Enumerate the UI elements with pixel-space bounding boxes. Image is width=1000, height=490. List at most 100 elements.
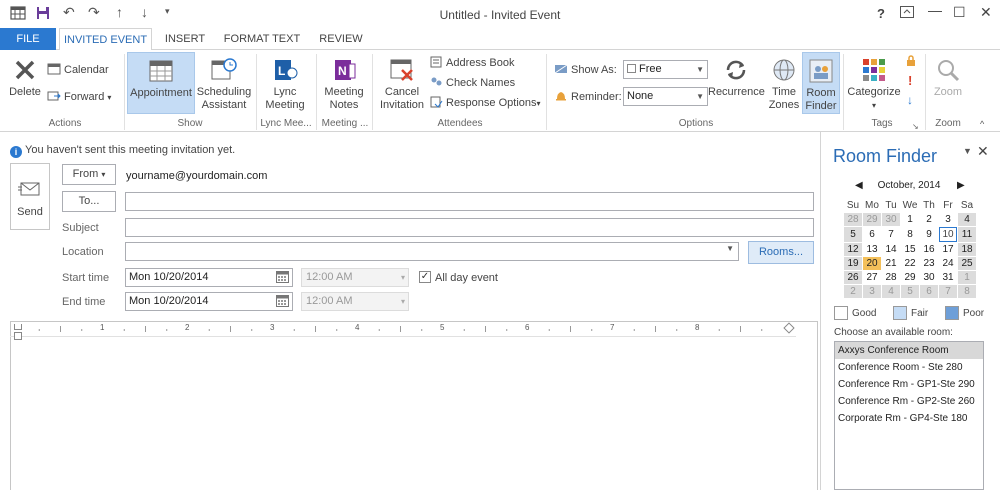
tab-review[interactable]: REVIEW [315,28,367,51]
calendar-day[interactable]: 24 [939,257,957,270]
calendar-next-icon[interactable]: ▶ [957,180,965,191]
location-dropdown-icon[interactable]: ▼ [726,244,734,253]
calendar-day[interactable]: 14 [882,243,900,256]
calendar-day[interactable]: 13 [863,243,881,256]
tab-invited-event[interactable]: INVITED EVENT [59,28,152,51]
meeting-notes-button[interactable]: N Meeting Notes [320,52,368,114]
categorize-button[interactable]: Categorize ▾ [846,52,902,114]
cancel-invitation-button[interactable]: Cancel Invitation [376,52,428,114]
save-icon[interactable] [36,6,50,23]
calendar-day[interactable]: 5 [901,285,919,298]
recurrence-button[interactable]: Recurrence [708,52,765,114]
all-day-checkbox[interactable]: ✓ [419,271,431,283]
room-finder-button[interactable]: Room Finder [802,52,840,114]
ribbon-display-options-icon[interactable] [900,5,914,21]
maximize-button[interactable]: ☐ [953,4,966,21]
delete-button[interactable]: Delete [6,52,44,114]
calendar-day[interactable]: 17 [939,243,957,256]
calendar-day[interactable]: 1 [958,271,976,284]
calendar-day[interactable]: 28 [882,271,900,284]
calendar-day[interactable]: 31 [939,271,957,284]
minimize-button[interactable]: — [928,2,942,18]
tab-format-text[interactable]: FORMAT TEXT [220,28,304,51]
calendar-day[interactable]: 28 [844,213,862,226]
calendar-day[interactable]: 4 [958,213,976,226]
calendar-day[interactable]: 12 [844,243,862,256]
list-item[interactable]: Conference Room - Ste 280 [835,359,983,376]
response-options-button[interactable]: Response Options▾ [429,94,541,112]
calendar-day[interactable]: 26 [844,271,862,284]
start-date-input[interactable]: Mon 10/20/2014 [125,268,293,287]
previous-item-icon[interactable]: ↑ [116,4,123,20]
calendar-day[interactable]: 2 [920,213,938,226]
start-date-calendar-icon[interactable] [276,271,289,289]
calendar-day[interactable]: 23 [920,257,938,270]
end-date-input[interactable]: Mon 10/20/2014 [125,292,293,311]
zoom-button[interactable]: Zoom [929,52,967,114]
calendar-day[interactable]: 30 [882,213,900,226]
calendar-day[interactable]: 16 [920,243,938,256]
lync-meeting-button[interactable]: L Lync Meeting [260,52,310,114]
check-names-button[interactable]: Check Names [429,74,515,92]
forward-dropdown-icon[interactable]: ▾ [107,93,111,102]
message-body-editor[interactable] [10,321,818,490]
help-button[interactable]: ? [877,6,885,21]
list-item[interactable]: Axxys Conference Room [835,342,983,359]
private-lock-icon[interactable] [905,55,917,70]
calendar-day[interactable]: 8 [958,285,976,298]
from-button[interactable]: From ▾ [62,164,116,185]
calendar-day[interactable]: 27 [863,271,881,284]
calendar-day[interactable]: 25 [958,257,976,270]
room-finder-close-icon[interactable]: ✕ [977,143,989,160]
end-time-input[interactable]: 12:00 AM ▾ [301,292,409,311]
scheduling-assistant-button[interactable]: Scheduling Assistant [196,52,252,114]
calendar-day[interactable]: 4 [882,285,900,298]
time-zones-button[interactable]: Time Zones [766,52,802,114]
room-finder-options-icon[interactable]: ▼ [963,146,972,156]
calendar-day[interactable]: 15 [901,243,919,256]
close-button[interactable]: ✕ [980,4,992,21]
show-as-dropdown[interactable]: Free ▼ [623,60,708,79]
calendar-day[interactable]: 30 [920,271,938,284]
calendar-day[interactable]: 18 [958,243,976,256]
forward-button[interactable]: Forward ▾ [47,88,111,106]
room-list[interactable]: Axxys Conference Room Conference Room - … [834,341,984,490]
calendar-day[interactable]: 21 [882,257,900,270]
calendar-day[interactable]: 11 [958,227,976,242]
high-importance-icon[interactable]: ! [908,73,912,88]
calendar-day[interactable]: 29 [863,213,881,226]
collapse-ribbon-icon[interactable]: ^ [980,119,984,129]
end-date-calendar-icon[interactable] [276,295,289,313]
calendar-button[interactable]: Calendar [47,61,109,79]
rooms-button[interactable]: Rooms... [748,241,814,264]
send-button[interactable]: Send [10,163,50,230]
left-indent-marker[interactable] [14,332,22,340]
calendar-day[interactable]: 22 [901,257,919,270]
calendar-day[interactable]: 3 [863,285,881,298]
calendar-day[interactable]: 6 [920,285,938,298]
start-time-input[interactable]: 12:00 AM ▾ [301,268,409,287]
appointment-button[interactable]: Appointment [127,52,195,114]
list-item[interactable]: Corporate Rm - GP4-Ste 180 [835,410,983,427]
outlook-calendar-icon[interactable] [10,5,26,24]
next-item-icon[interactable]: ↓ [141,4,148,20]
address-book-button[interactable]: Address Book [429,54,514,72]
to-button[interactable]: To... [62,191,116,212]
to-input[interactable] [125,192,814,211]
calendar-day[interactable]: 9 [920,227,938,242]
calendar-day[interactable]: 19 [844,257,862,270]
first-line-indent-marker[interactable] [14,324,22,330]
subject-input[interactable] [125,218,814,237]
calendar-day[interactable]: 1 [901,213,919,226]
calendar-day[interactable]: 3 [939,213,957,226]
calendar-day[interactable]: 20 [863,257,881,270]
tags-dialog-launcher-icon[interactable]: ↘ [912,122,919,131]
reminder-dropdown[interactable]: None ▼ [623,87,708,106]
list-item[interactable]: Conference Rm - GP2-Ste 260 [835,393,983,410]
calendar-day[interactable]: 7 [882,227,900,242]
calendar-day[interactable]: 2 [844,285,862,298]
calendar-day[interactable]: 29 [901,271,919,284]
calendar-day[interactable]: 10 [939,227,957,242]
calendar-prev-icon[interactable]: ◀ [855,180,863,191]
tab-file[interactable]: FILE [0,28,56,50]
